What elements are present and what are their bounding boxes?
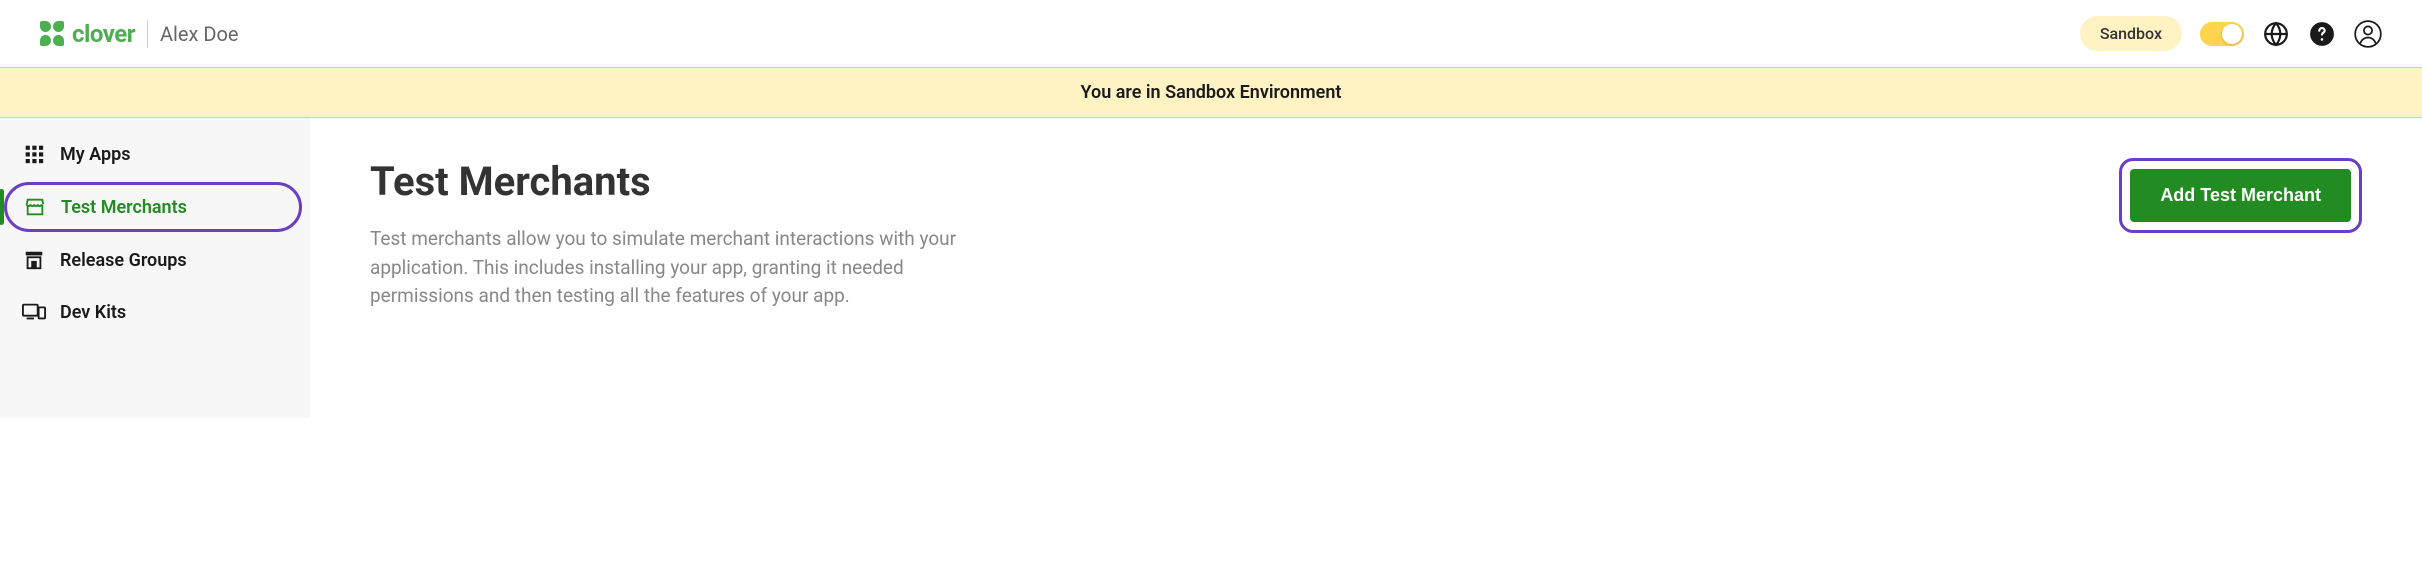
sandbox-badge: Sandbox [2080, 16, 2182, 51]
devices-icon [22, 300, 46, 324]
sidebar-item-label: My Apps [60, 144, 130, 165]
username-display: Alex Doe [160, 22, 239, 46]
globe-icon[interactable] [2262, 20, 2290, 48]
sidebar-item-label: Release Groups [60, 250, 187, 271]
header-left: clover Alex Doe [40, 20, 239, 48]
add-button-highlight: Add Test Merchant [2119, 158, 2362, 233]
banner-text: You are in Sandbox Environment [1081, 82, 1342, 103]
clover-logo-icon [40, 21, 66, 47]
sidebar-item-label: Dev Kits [60, 302, 126, 323]
top-header: clover Alex Doe Sandbox [0, 0, 2422, 67]
help-icon[interactable] [2308, 20, 2336, 48]
header-divider [147, 20, 148, 48]
sidebar-item-label: Test Merchants [61, 197, 187, 218]
store-icon [22, 248, 46, 272]
sandbox-banner: You are in Sandbox Environment [0, 67, 2422, 118]
header-right: Sandbox [2080, 16, 2382, 51]
clover-logo[interactable]: clover [40, 20, 135, 48]
toggle-knob [2222, 24, 2242, 44]
storefront-icon [23, 195, 47, 219]
main-layout: My Apps Test Merchants Relea [0, 118, 2422, 418]
environment-toggle[interactable] [2200, 22, 2244, 46]
sidebar-item-my-apps[interactable]: My Apps [0, 128, 310, 180]
grid-icon [22, 142, 46, 166]
main-content: Test Merchants Test merchants allow you … [310, 118, 2422, 418]
page-title: Test Merchants [370, 158, 970, 205]
sidebar: My Apps Test Merchants Relea [0, 118, 310, 418]
user-profile-icon[interactable] [2354, 20, 2382, 48]
sidebar-item-release-groups[interactable]: Release Groups [0, 234, 310, 286]
logo-text: clover [72, 20, 135, 48]
add-test-merchant-button[interactable]: Add Test Merchant [2130, 169, 2351, 222]
sidebar-item-test-merchants[interactable]: Test Merchants [4, 182, 302, 232]
content-text-block: Test Merchants Test merchants allow you … [370, 158, 970, 311]
content-header: Test Merchants Test merchants allow you … [370, 158, 2362, 311]
page-description: Test merchants allow you to simulate mer… [370, 225, 970, 311]
sidebar-item-dev-kits[interactable]: Dev Kits [0, 286, 310, 338]
